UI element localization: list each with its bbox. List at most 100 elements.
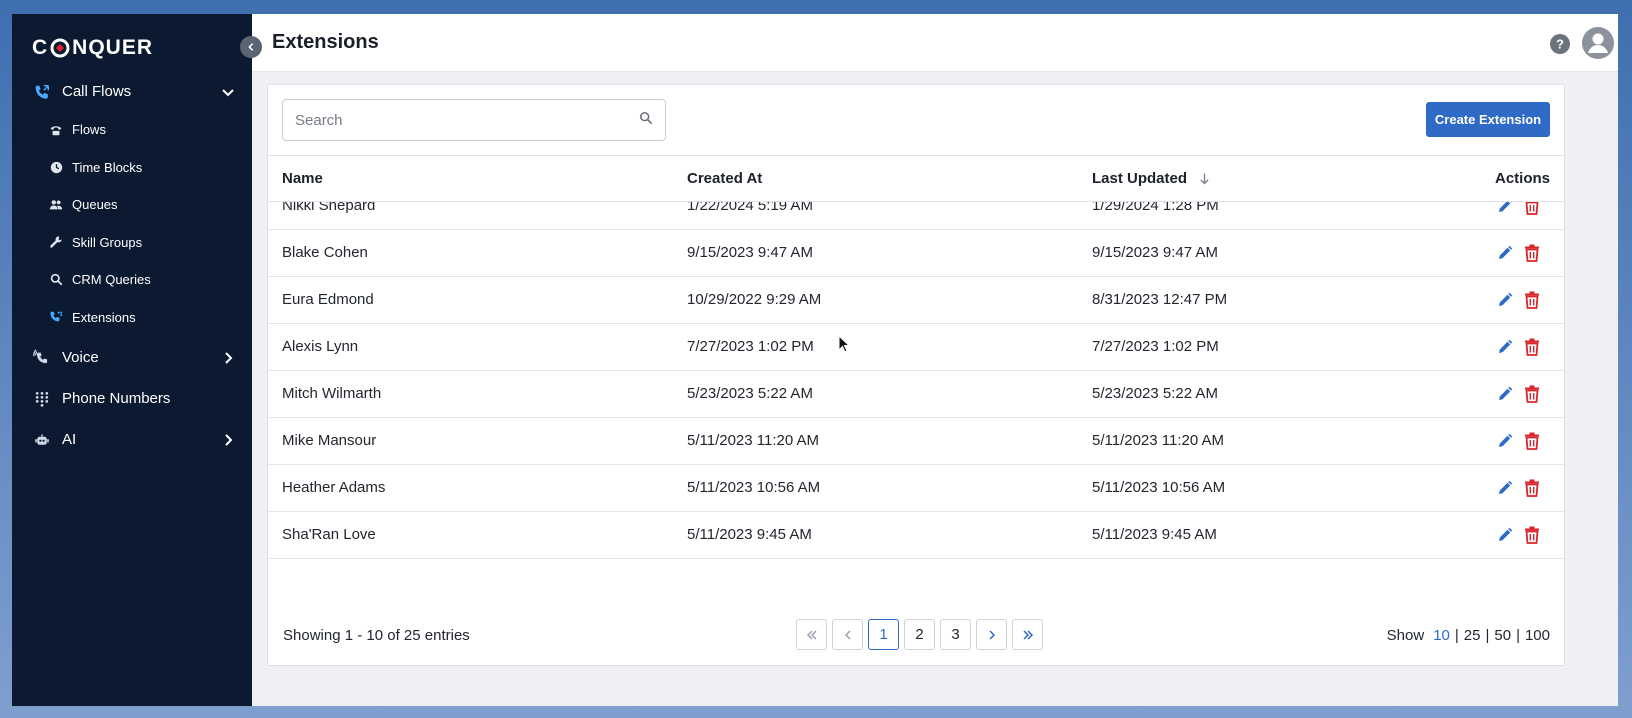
trash-icon[interactable] [1524,244,1540,262]
sidebar-item-label: AI [62,431,77,448]
logo-text-right: NQUER [72,36,154,59]
edit-icon[interactable] [1497,433,1513,449]
entries-summary: Showing 1 - 10 of 25 entries [283,627,470,644]
column-header-actions: Actions [1494,170,1550,187]
first-page-button[interactable] [796,619,827,650]
sidebar-subitem-label: Queues [72,197,118,213]
cell-last-updated: 7/27/2023 1:02 PM [1092,338,1219,355]
chevron-left-icon [844,629,851,640]
sidebar-subitem-label: Flows [72,122,106,138]
sidebar: C NQUER Call Flows Flows Time Blocks Que… [12,14,252,706]
page-size-option[interactable]: 25 [1464,627,1481,644]
trash-icon[interactable] [1524,338,1540,356]
sidebar-subitem-flows[interactable]: Flows [12,111,252,149]
sidebar-subitem-extensions[interactable]: Extensions [12,299,252,337]
cell-name: Eura Edmond [282,291,374,308]
sidebar-nav: Call Flows Flows Time Blocks Queues Skil… [12,72,252,459]
chevron-down-icon[interactable] [220,84,236,100]
cell-last-updated: 5/11/2023 10:56 AM [1092,479,1226,496]
sidebar-subitem-label: Skill Groups [72,234,143,250]
page-title: Extensions [272,31,379,53]
column-header-last-updated[interactable]: Last Updated [1092,170,1210,187]
page-size-selector: Show 10 | 25 | 50 | 100 [1387,627,1550,644]
wrench-icon [48,234,64,250]
edit-icon[interactable] [1497,480,1513,496]
page-button-3[interactable]: 3 [940,619,971,650]
cell-created-at: 5/11/2023 11:20 AM [687,432,820,449]
chevron-left-icon [248,43,254,51]
cell-created-at: 7/27/2023 1:02 PM [687,338,814,355]
page-button-1[interactable]: 1 [868,619,899,650]
trash-icon[interactable] [1524,385,1540,403]
sidebar-item-call-flows[interactable]: Call Flows [12,72,252,111]
sidebar-subitem-skill-groups[interactable]: Skill Groups [12,224,252,262]
avatar[interactable] [1582,27,1614,59]
page-button-2[interactable]: 2 [904,619,935,650]
sidebar-item-ai[interactable]: AI [12,420,252,459]
create-extension-button[interactable]: Create Extension [1426,102,1550,137]
table-row: Mike Mansour 5/11/2023 11:20 AM 5/11/2023 … [268,418,1564,465]
search-icon[interactable] [639,111,653,130]
sidebar-item-phone-numbers[interactable]: Phone Numbers [12,379,252,418]
page-size-option[interactable]: 10 [1433,627,1450,644]
logo: C NQUER [32,36,153,60]
cell-created-at: 5/11/2023 9:45 AM [687,526,812,543]
cell-last-updated: 5/11/2023 11:20 AM [1092,432,1225,449]
cell-name: Sha'Ran Love [282,526,376,543]
sidebar-item-label: Phone Numbers [62,390,171,407]
chevron-right-icon[interactable] [220,350,236,366]
search-input[interactable] [295,111,639,129]
table-row: Sha'Ran Love 5/11/2023 9:45 AM 5/11/2023 9… [268,512,1564,559]
cell-last-updated: 5/23/2023 5:22 AM [1092,385,1218,402]
main-content: Extensions ? Create Extension Name Creat… [252,14,1618,706]
column-header-created-at[interactable]: Created At [687,170,762,187]
edit-icon[interactable] [1497,292,1513,308]
table-body: Joel Mayer4/5/2023 4:01 AM2/13/2024 1:00… [268,156,1564,604]
edit-icon[interactable] [1497,245,1513,261]
chevrons-right-icon [1022,629,1033,640]
phone-ring-icon [32,348,52,368]
trash-icon[interactable] [1524,291,1540,309]
cell-name: Blake Cohen [282,244,368,261]
last-page-button[interactable] [1012,619,1043,650]
page-size-option[interactable]: 50 [1494,627,1511,644]
pagination: 1 2 3 [796,619,1043,650]
trash-icon[interactable] [1524,526,1540,544]
sidebar-item-voice[interactable]: Voice [12,338,252,377]
users-icon [48,197,64,213]
cell-last-updated: 5/11/2023 9:45 AM [1092,526,1217,543]
sidebar-subitem-label: Extensions [72,309,136,325]
table-footer: Showing 1 - 10 of 25 entries 1 2 3 Show … [268,605,1564,665]
edit-icon[interactable] [1497,386,1513,402]
page-size-option[interactable]: 100 [1525,627,1550,644]
sidebar-collapse-button[interactable] [240,36,262,58]
app-window: C NQUER Call Flows Flows Time Blocks Que… [12,14,1618,706]
prev-page-button[interactable] [832,619,863,650]
sidebar-subitem-crm-queries[interactable]: CRM Queries [12,261,252,299]
sidebar-subitem-queues[interactable]: Queues [12,186,252,224]
column-header-name[interactable]: Name [282,170,323,187]
sidebar-subitem-label: Time Blocks [72,159,143,175]
clock-icon [48,159,64,175]
chevron-right-icon[interactable] [220,432,236,448]
trash-icon[interactable] [1524,479,1540,497]
edit-icon[interactable] [1497,527,1513,543]
sidebar-subitem-time-blocks[interactable]: Time Blocks [12,149,252,187]
phone-icon [48,122,64,138]
svg-text:?: ? [1556,37,1564,52]
trash-icon[interactable] [1524,432,1540,450]
help-icon[interactable]: ? [1550,34,1570,54]
chevron-right-icon [988,629,995,640]
page-size-label: Show [1386,627,1425,644]
phone-transfer-icon [32,82,52,102]
table-row: Alexis Lynn 7/27/2023 1:02 PM 7/27/2023 1:… [268,324,1564,371]
edit-icon[interactable] [1497,339,1513,355]
chevrons-left-icon [806,629,817,640]
table-row: Blake Cohen 9/15/2023 9:47 AM 9/15/2023 9:… [268,230,1564,277]
sidebar-item-label: Call Flows [62,83,132,100]
sort-descending-icon [1199,172,1210,186]
cell-last-updated: 8/31/2023 12:47 PM [1092,291,1228,308]
separator: | [1485,627,1490,644]
next-page-button[interactable] [976,619,1007,650]
search-field [282,99,666,141]
